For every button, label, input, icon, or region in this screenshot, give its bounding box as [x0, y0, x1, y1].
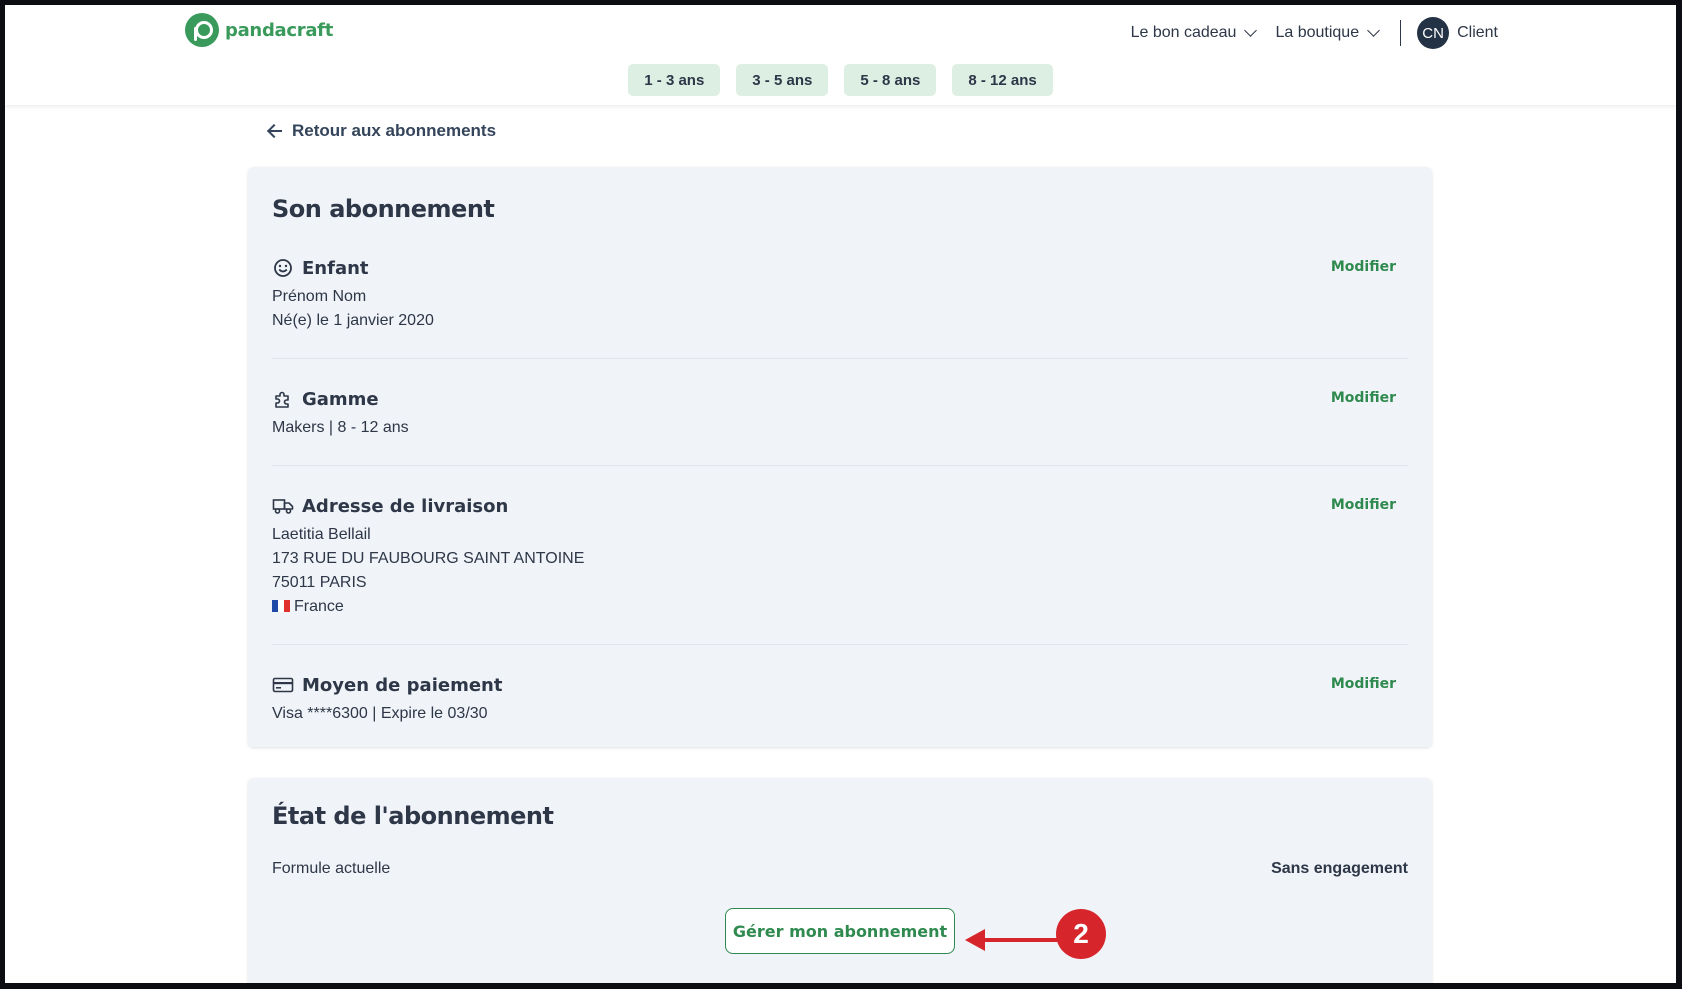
- payment-section: Moyen de paiement Modifier Visa ****6300…: [272, 672, 1408, 726]
- child-section: Enfant Modifier Prénom Nom Né(e) le 1 ja…: [272, 255, 1408, 333]
- payment-title: Moyen de paiement: [302, 674, 503, 696]
- address-section: Adresse de livraison Modifier Laetitia B…: [272, 493, 1408, 619]
- age-tab-1-3[interactable]: 1 - 3 ans: [628, 64, 721, 96]
- site-header: pandacraft Le bon cadeau La boutique CN …: [5, 5, 1676, 105]
- divider: [272, 358, 1408, 359]
- smiley-icon: [272, 257, 294, 279]
- range-title: Gamme: [302, 388, 379, 410]
- child-birthdate: Né(e) le 1 janvier 2020: [272, 312, 434, 329]
- age-tab-8-12[interactable]: 8 - 12 ans: [952, 64, 1053, 96]
- puzzle-icon: [272, 388, 294, 410]
- modify-child-button[interactable]: Modifier: [1331, 259, 1396, 275]
- header-nav: Le bon cadeau La boutique CN Client: [1111, 15, 1498, 51]
- address-street: 173 RUE DU FAUBOURG SAINT ANTOINE: [272, 550, 585, 567]
- account-label: Client: [1457, 24, 1498, 41]
- age-tab-3-5[interactable]: 3 - 5 ans: [736, 64, 829, 96]
- subscription-title: Son abonnement: [272, 195, 495, 223]
- divider: [272, 465, 1408, 466]
- child-title: Enfant: [302, 257, 369, 279]
- back-link-label: Retour aux abonnements: [292, 121, 497, 140]
- nav-gift-menu[interactable]: Le bon cadeau: [1130, 24, 1258, 42]
- payment-card: Visa ****6300 | Expire le 03/30: [272, 705, 488, 722]
- brand-name: pandacraft: [225, 19, 334, 41]
- nav-gift-label: Le bon cadeau: [1130, 24, 1237, 41]
- divider: [272, 644, 1408, 645]
- formula-label: Formule actuelle: [272, 860, 391, 877]
- panda-logo-icon: [185, 13, 219, 47]
- age-range-tabs: 1 - 3 ans 3 - 5 ans 5 - 8 ans 8 - 12 ans: [5, 64, 1676, 96]
- formula-row: Formule actuelle Sans engagement: [272, 860, 1408, 878]
- truck-icon: [272, 495, 294, 517]
- avatar: CN: [1417, 17, 1450, 49]
- manage-subscription-button[interactable]: Gérer mon abonnement: [725, 908, 955, 954]
- range-value: Makers | 8 - 12 ans: [272, 419, 409, 436]
- address-country: France: [272, 595, 1408, 619]
- app-window: pandacraft Le bon cadeau La boutique CN …: [5, 5, 1676, 983]
- credit-card-icon: [272, 674, 294, 696]
- subscription-card: Son abonnement Enfant Modifier Prénom No…: [248, 167, 1432, 747]
- brand-logo[interactable]: pandacraft: [185, 13, 333, 47]
- range-section: Gamme Modifier Makers | 8 - 12 ans: [272, 386, 1408, 440]
- chevron-down-icon: [1367, 24, 1380, 37]
- back-to-subscriptions-link[interactable]: Retour aux abonnements: [268, 121, 496, 141]
- french-flag-icon: [272, 596, 290, 612]
- account-menu[interactable]: CN Client: [1417, 17, 1498, 49]
- step-badge: 2: [1056, 909, 1106, 959]
- formula-value: Sans engagement: [1271, 860, 1408, 877]
- nav-shop-label: La boutique: [1275, 24, 1360, 41]
- modify-payment-button[interactable]: Modifier: [1331, 676, 1396, 692]
- modify-address-button[interactable]: Modifier: [1331, 497, 1396, 513]
- address-country-label: France: [294, 598, 344, 615]
- address-title: Adresse de livraison: [302, 495, 509, 517]
- arrow-left-icon: [268, 125, 282, 137]
- age-tab-5-8[interactable]: 5 - 8 ans: [844, 64, 937, 96]
- status-title: État de l'abonnement: [272, 802, 554, 830]
- nav-shop-menu[interactable]: La boutique: [1275, 24, 1380, 42]
- address-name: Laetitia Bellail: [272, 526, 371, 543]
- nav-divider: [1400, 20, 1402, 46]
- modify-range-button[interactable]: Modifier: [1331, 390, 1396, 406]
- chevron-down-icon: [1244, 24, 1258, 37]
- annotation-arrow: [965, 929, 1063, 951]
- address-city: 75011 PARIS: [272, 574, 367, 591]
- subscription-status-card: État de l'abonnement Formule actuelle Sa…: [248, 778, 1432, 983]
- child-name: Prénom Nom: [272, 288, 367, 305]
